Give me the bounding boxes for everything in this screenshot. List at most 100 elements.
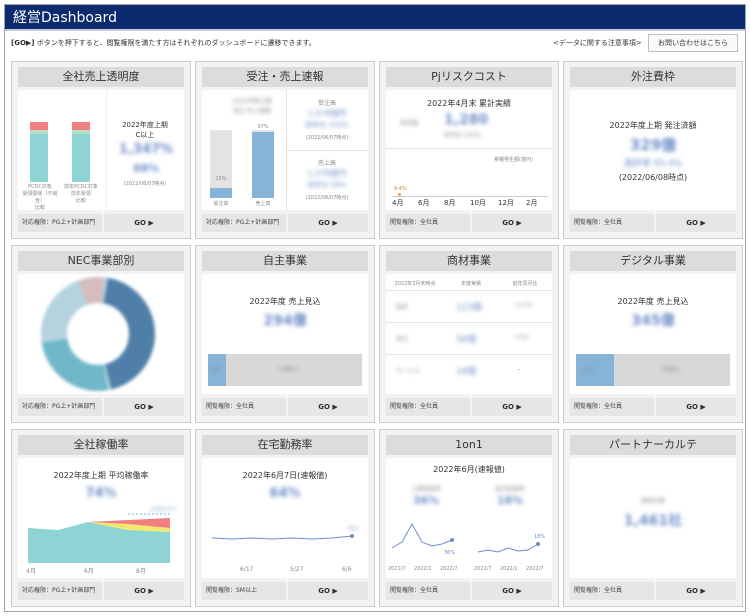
permission-label: 対応権限：PG上+計画部門 [18, 398, 102, 416]
go-button[interactable]: GO ▶ [104, 398, 184, 416]
dual-line-chart [391, 522, 540, 553]
card-nec-division: NEC事業部別 対応権限：PG上+計画部門 GO ▶ [11, 245, 191, 423]
card-title: パートナーカルテ [570, 435, 736, 455]
x-tick: 5/27 [290, 566, 304, 573]
go-button[interactable]: GO ▶ [104, 582, 184, 600]
sub-label: C以上 [135, 131, 155, 139]
card-partner-chart: パートナーカルテ 登録社数 1,461社 閲覧権限：全社員 GO ▶ [563, 429, 743, 607]
card-body: 2022年度上期 平均稼働率 74% 目標値 85% 4月 6月 8月 [18, 458, 184, 578]
row-ratio: +5% [514, 334, 529, 341]
stacked-bar-1 [30, 122, 48, 182]
row-ratio: - [518, 366, 521, 373]
column-header: 2022年3月末時点 [394, 281, 436, 287]
data-label: 9.4% [394, 186, 407, 192]
go-button[interactable]: GO ▶ [472, 398, 552, 416]
permission-label: 閲覧権限：全社員 [386, 398, 470, 416]
go-button[interactable]: GO ▶ [288, 398, 368, 416]
risk-label: 発生額 [400, 120, 419, 127]
permission-label: 閲覧権限：全社員 [570, 214, 654, 232]
go-button[interactable]: GO ▶ [472, 582, 552, 600]
main-value: 329億 [629, 136, 677, 154]
data-notice-link[interactable]: <データに関する注意事項> [553, 31, 642, 55]
bar-right-label: 下期見込 [660, 367, 681, 373]
go-tag: [GO▶] [11, 39, 35, 47]
x-tick: 8月 [136, 568, 146, 575]
x-tick: 2021/7 [388, 566, 406, 572]
sales-value: 1,078億円 [307, 169, 347, 178]
card-own-business: 自主事業 2022年度 売上見込 294億 上期 下期見込 閲覧権限：全社員 G… [195, 245, 375, 423]
partner-label: 登録社数 [640, 498, 665, 505]
card-heading: 2022年度 売上見込 [617, 297, 689, 306]
card-title: 在宅勤務率 [202, 435, 368, 455]
data-point [398, 193, 401, 196]
card-outsourcing-budget: 外注費枠 2022年度上期 発注済額 329億 進捗率 95.4% (2022/… [563, 61, 743, 239]
info-description: ボタンを押下すると、閲覧権限を満たす方はそれぞれのダッシュボードに遷移できます。 [36, 39, 316, 47]
card-body: 2022年度 売上見込 294億 上期 下期見込 [202, 274, 368, 394]
permission-label: 対応権限：PG上+計画部門 [202, 214, 286, 232]
card-title: 自主事業 [202, 251, 368, 271]
x-tick: 6/6 [342, 566, 352, 573]
orders-bar [210, 188, 232, 198]
row-value: 123億 [456, 303, 483, 313]
x-tick: 2021/7 [474, 566, 492, 572]
go-button[interactable]: GO ▶ [288, 582, 368, 600]
card-body: 2022年度上期 受注 売上速報 15% 97% 受注高 売上高 受注高 1,0… [202, 90, 368, 210]
target-line-label: 目標値 85% [150, 507, 178, 513]
bar1-label-3: 比較 [34, 205, 45, 211]
info-bar: [GO▶] ボタンを押下すると、閲覧権限を満たす方はそれぞれのダッシュボードに遷… [5, 31, 745, 55]
chart-legend: 累積発生額(億円) [494, 157, 533, 163]
card-digital-business: デジタル事業 2022年度 売上見込 345億 上期 下期見込 閲覧権限：全社員… [563, 245, 743, 423]
go-button[interactable]: GO ▶ [656, 398, 736, 416]
donut-chart [41, 277, 155, 391]
sales-date: (2022/06/07時点) [305, 195, 349, 201]
partner-count: 1,461社 [623, 513, 683, 529]
progress-track: 上期 下期見込 [576, 354, 730, 386]
card-body: 2022年3月末時点 年度実績 前年同月比 販売 123億 +17% 保守 56… [386, 274, 552, 394]
bar1-label-2: 受領関係（不良含） [22, 191, 58, 204]
orders-title: 受注高 [317, 100, 336, 107]
orders-yoy: 前年比 103% [305, 121, 349, 129]
x-tick: 4月 [392, 199, 404, 207]
row-name: 保守 [396, 336, 409, 343]
stacked-bar-2 [72, 122, 90, 182]
bar-left-label: 上期 [582, 367, 593, 373]
line-chart [211, 534, 354, 540]
contact-button[interactable]: お問い合わせはこちら [648, 34, 738, 52]
page-title: 経営Dashboard [5, 5, 745, 31]
row-name: サービス [396, 368, 421, 375]
card-body: 2022年度上期 発注済額 329億 進捗率 95.4% (2022/06/08… [570, 90, 736, 210]
as-of-date: (2022/06/07時点) [123, 181, 167, 187]
sales-title: 売上高 [317, 160, 336, 167]
card-heading: 2022年度 売上見込 [249, 297, 321, 306]
card-heading: 2022年度上期 発注済額 [609, 121, 697, 130]
blurred-heading-1: 2022年度上期 [232, 98, 272, 105]
main-value: 345億 [631, 313, 675, 329]
card-title: 1on1 [386, 435, 552, 455]
main-value: 1,347% [118, 142, 174, 157]
permission-label: 対応権限：PG上+計画部門 [18, 214, 102, 232]
card-title: 全社稼働率 [18, 435, 184, 455]
card-orders-sales: 受注・売上速報 2022年度上期 受注 売上速報 15% 97% 受注高 売上高… [195, 61, 375, 239]
row-value: 18億 [456, 367, 477, 377]
go-button[interactable]: GO ▶ [656, 582, 736, 600]
orders-bar-track [210, 130, 232, 198]
bar-left-label: 上期 [209, 367, 220, 373]
go-button[interactable]: GO ▶ [104, 214, 184, 232]
go-button[interactable]: GO ▶ [288, 214, 368, 232]
card-grid: 全社売上透明度 PCDC対象 受領関係（不良含） 比較 前年PCDC対象 前年受… [11, 61, 743, 611]
dashboard-frame: 経営Dashboard [GO▶] ボタンを押下すると、閲覧権限を満たす方はそれ… [4, 4, 746, 612]
card-title: 全社売上透明度 [18, 67, 184, 87]
row-value: 56億 [456, 335, 477, 345]
orders-pct: 15% [215, 176, 227, 182]
bar2-label-3: 比較 [75, 198, 86, 204]
x-tick: 2022/7 [440, 566, 458, 572]
go-button[interactable]: GO ▶ [472, 214, 552, 232]
x-tick: 6/17 [240, 566, 254, 573]
card-pj-risk-cost: Pjリスクコスト 2022年4月末 累計実績 発生額 1,280 前年比 103… [379, 61, 559, 239]
row-ratio: +17% [514, 302, 533, 309]
area-chart [28, 513, 170, 563]
second-value: 98% [132, 162, 160, 175]
go-button[interactable]: GO ▶ [656, 214, 736, 232]
bar2-label-2: 前年受領 [70, 191, 91, 197]
progress-track: 上期 下期見込 [208, 354, 362, 386]
